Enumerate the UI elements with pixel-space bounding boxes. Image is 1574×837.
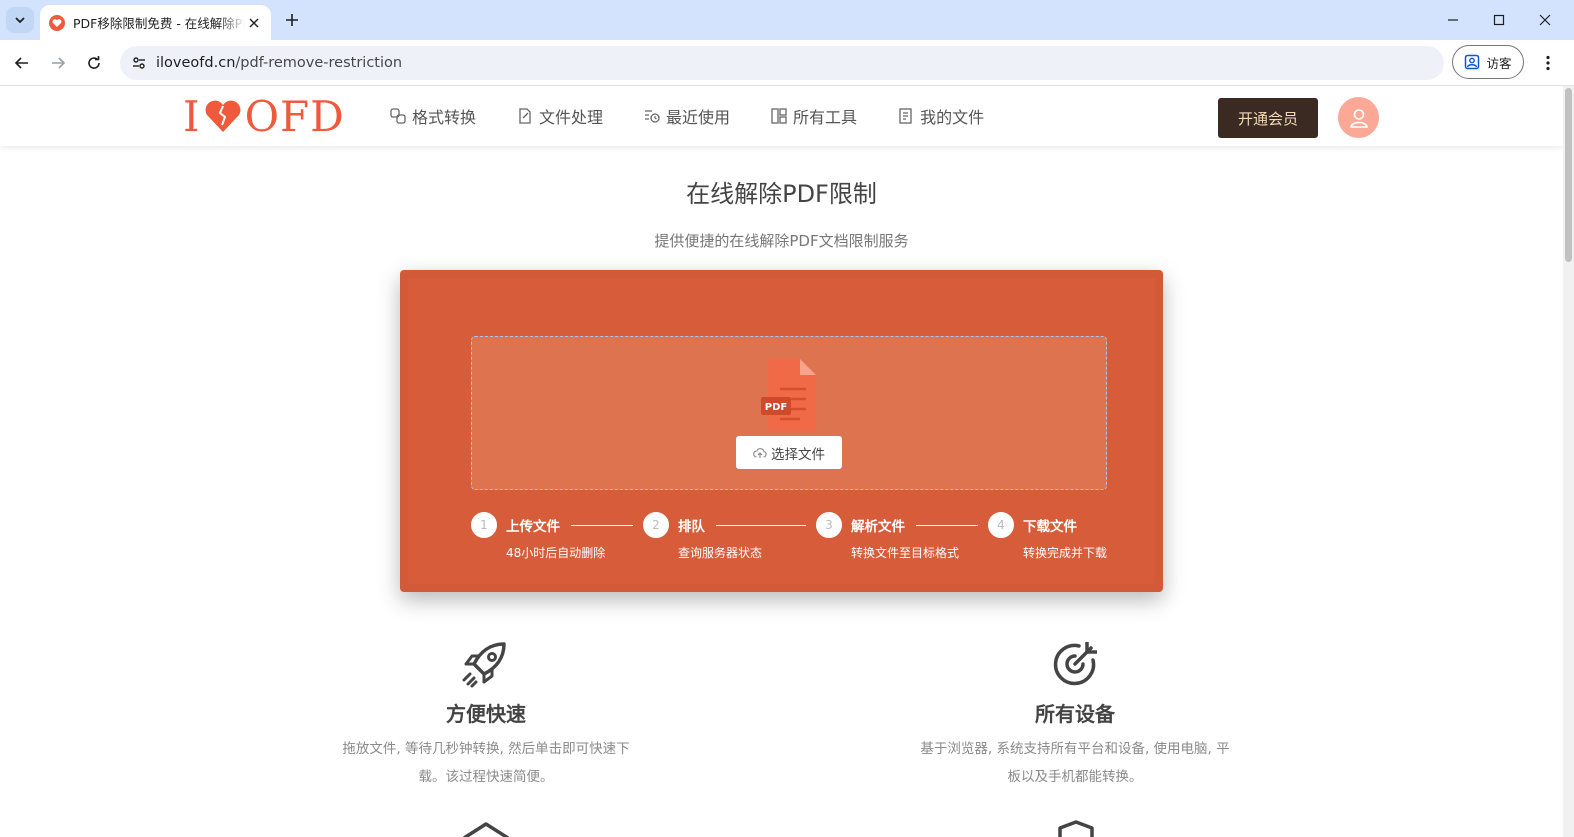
upload-card: PDF 选择文件 1 上传文件 48小时后自动删除 2 排队 查询服务器状态 3…: [400, 270, 1163, 592]
step-number: 4: [988, 512, 1014, 538]
scrollbar-thumb[interactable]: [1565, 88, 1572, 262]
nav-label: 最近使用: [666, 108, 731, 127]
step-desc: 转换完成并下载: [1023, 546, 1108, 560]
shield-icon: [460, 820, 512, 837]
step-connector: [571, 525, 633, 526]
user-icon: [1349, 108, 1368, 128]
step-title: 排队: [678, 519, 705, 535]
profile-label: 访客: [1486, 55, 1512, 71]
logo-text: OFD: [244, 91, 345, 141]
main-nav: 格式转换 文件处理 最近使用 所有工具 我的文件: [389, 104, 1024, 128]
target-icon: [1053, 642, 1097, 686]
upload-panel: PDF 选择文件 1 上传文件 48小时后自动删除 2 排队 查询服务器状态 3…: [408, 278, 1155, 584]
feature-title: 所有设备: [1035, 702, 1115, 726]
forward-button[interactable]: [44, 49, 72, 77]
profile-button[interactable]: 访客: [1452, 45, 1524, 79]
nav-label: 文件处理: [539, 108, 604, 127]
url-path: /pdf-remove-restriction: [235, 55, 403, 71]
convert-icon: [390, 108, 406, 124]
feature-fast: 方便快速 拖放文件, 等待几秒钟转换, 然后单击即可快速下 载。该过程快速简便。: [316, 638, 656, 791]
site-header: I OFD 格式转换 文件处理 最近使用 所有工具 我的文件 开通会员: [0, 86, 1563, 146]
step-number: 1: [471, 512, 497, 538]
nav-label: 我的文件: [920, 108, 985, 127]
my-files-icon: [899, 108, 912, 124]
tab-close-icon[interactable]: [245, 14, 263, 32]
tab-title: PDF移除限制免费 - 在线解除PDF限制: [73, 16, 245, 31]
file-edit-icon: [519, 108, 531, 124]
arrow-right-icon: [52, 57, 66, 69]
site-favicon-icon: [49, 14, 65, 31]
feature-desc-line: 板以及手机都能转换。: [1007, 769, 1143, 785]
process-steps: 1 上传文件 48小时后自动删除 2 排队 查询服务器状态 3 解析文件 转换文…: [471, 512, 1171, 572]
feature-desc-line: 基于浏览器, 系统支持所有平台和设备, 使用电脑, 平: [920, 741, 1230, 757]
more-vertical-icon: [1546, 55, 1550, 71]
step-desc: 48小时后自动删除: [506, 546, 606, 560]
step-title: 上传文件: [506, 519, 560, 535]
back-button[interactable]: [8, 49, 36, 77]
nav-label: 所有工具: [793, 108, 858, 127]
nav-item-my-files[interactable]: 我的文件: [897, 104, 984, 128]
maximize-button[interactable]: [1476, 0, 1522, 40]
browser-toolbar: iloveofd.cn/pdf-remove-restriction 访客: [0, 40, 1574, 86]
site-logo[interactable]: I OFD: [183, 91, 345, 141]
page-title: 在线解除PDF限制: [686, 180, 877, 208]
site-info-icon[interactable]: [124, 48, 154, 78]
tab-search-button[interactable]: [6, 7, 34, 33]
logo-letter: I: [183, 91, 201, 141]
nav-item-all-tools[interactable]: 所有工具: [770, 104, 857, 128]
step-title: 下载文件: [1023, 519, 1077, 535]
minimize-icon: [1448, 19, 1458, 21]
pdf-file-icon: PDF: [760, 357, 820, 437]
feature-desc: 拖放文件, 等待几秒钟转换, 然后单击即可快速下 载。该过程快速简便。: [316, 735, 656, 791]
step-desc: 查询服务器状态: [678, 546, 763, 560]
grid-icon: [771, 108, 787, 124]
url-text: iloveofd.cn/pdf-remove-restriction: [156, 55, 402, 71]
feature-desc-line: 拖放文件, 等待几秒钟转换, 然后单击即可快速下: [342, 741, 630, 757]
nav-item-convert[interactable]: 格式转换: [389, 104, 476, 128]
file-dropzone[interactable]: PDF 选择文件: [471, 336, 1107, 490]
reload-button[interactable]: [80, 49, 108, 77]
browser-menu-button[interactable]: [1534, 49, 1562, 77]
close-window-button[interactable]: [1522, 0, 1568, 40]
nav-item-recent[interactable]: 最近使用: [643, 104, 730, 128]
page-scrollbar[interactable]: [1563, 86, 1574, 837]
new-tab-button[interactable]: [280, 8, 304, 32]
step-number: 3: [816, 512, 842, 538]
reload-icon: [88, 56, 100, 69]
select-file-button[interactable]: 选择文件: [736, 436, 842, 469]
step-connector: [716, 525, 806, 526]
maximize-icon: [1493, 14, 1505, 26]
minimize-button[interactable]: [1430, 0, 1476, 40]
close-icon: [1539, 14, 1551, 26]
rocket-icon: [462, 642, 506, 688]
cloud-upload-icon: [753, 447, 767, 458]
vip-button[interactable]: 开通会员: [1218, 98, 1318, 138]
pdf-badge-text: PDF: [765, 402, 787, 413]
arrow-left-icon: [14, 57, 28, 69]
page-subtitle: 提供便捷的在线解除PDF文档限制服务: [654, 232, 909, 250]
feature-title: 方便快速: [446, 702, 526, 726]
feature-desc: 基于浏览器, 系统支持所有平台和设备, 使用电脑, 平 板以及手机都能转换。: [900, 735, 1250, 791]
step-connector: [916, 525, 978, 526]
active-tab[interactable]: PDF移除限制免费 - 在线解除PDF限制: [40, 5, 271, 40]
select-file-label: 选择文件: [771, 446, 825, 463]
plus-icon: [286, 14, 298, 26]
user-avatar[interactable]: [1338, 97, 1379, 138]
step-title: 解析文件: [851, 519, 905, 535]
address-bar[interactable]: iloveofd.cn/pdf-remove-restriction: [120, 46, 1444, 80]
recent-icon: [645, 110, 660, 123]
chevron-down-icon: [15, 17, 25, 24]
url-domain: iloveofd.cn: [156, 55, 236, 71]
step-desc: 转换文件至目标格式: [851, 546, 960, 560]
heart-icon: [204, 98, 242, 134]
nav-item-file-process[interactable]: 文件处理: [516, 104, 603, 128]
security-shield-icon: [1056, 820, 1096, 837]
tab-bar: PDF移除限制免费 - 在线解除PDF限制: [0, 0, 1574, 40]
step-number: 2: [643, 512, 669, 538]
feature-all-devices: 所有设备 基于浏览器, 系统支持所有平台和设备, 使用电脑, 平 板以及手机都能…: [900, 638, 1250, 791]
profile-icon: [1465, 54, 1480, 70]
nav-label: 格式转换: [412, 108, 477, 127]
page-viewport: I OFD 格式转换 文件处理 最近使用 所有工具 我的文件 开通会员 在线解除…: [0, 86, 1563, 837]
feature-desc-line: 载。该过程快速简便。: [418, 769, 554, 785]
